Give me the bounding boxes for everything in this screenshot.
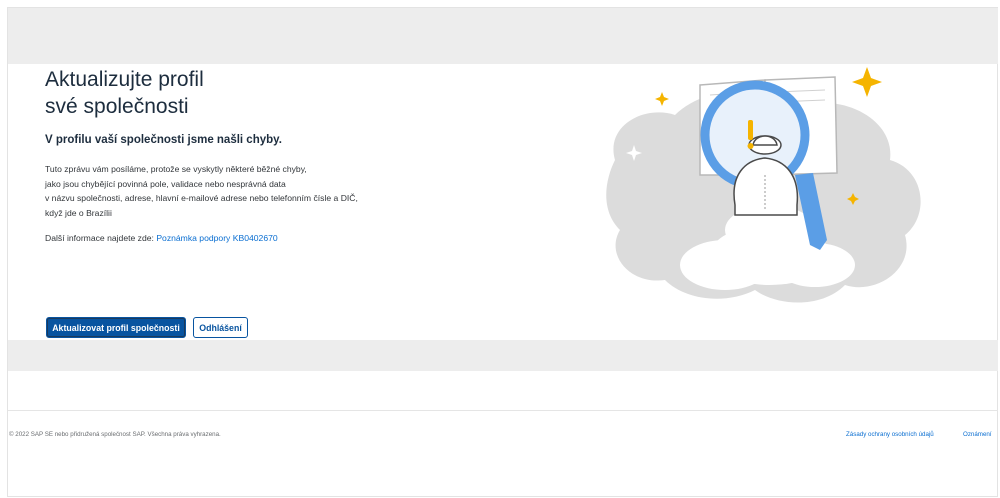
- content-footer-band: [8, 340, 998, 371]
- sparkle-star-icon: [852, 67, 882, 97]
- header-band: [8, 8, 998, 64]
- description-line: v názvu společnosti, adrese, hlavní e-ma…: [45, 193, 358, 204]
- sparkle-star-icon: [655, 92, 669, 106]
- page-title-line2: své společnosti: [45, 95, 189, 118]
- update-company-profile-button[interactable]: Aktualizovat profil společnosti: [46, 317, 186, 338]
- detective-book-illustration: [606, 67, 921, 303]
- more-info-prefix: Další informace najdete zde:: [45, 233, 154, 243]
- page-title: Aktualizujte profil své společnosti: [45, 66, 305, 120]
- logout-button[interactable]: Odhlášení: [193, 317, 248, 338]
- description-line: když jde o Brazílii: [45, 207, 112, 218]
- support-note-link[interactable]: Poznámka podpory KB0402670: [156, 233, 277, 243]
- description-line: jako jsou chybějící povinná pole, valida…: [45, 178, 286, 189]
- page-title-line1: Aktualizujte profil: [45, 68, 204, 91]
- description-line: Tuto zprávu vám posíláme, protože se vys…: [45, 164, 307, 174]
- footer-divider: [8, 410, 998, 411]
- exclamation-icon: [747, 120, 754, 149]
- privacy-policy-link[interactable]: Zásady ochrany osobních údajů: [846, 431, 934, 438]
- copyright-text: © 2022 SAP SE nebo přidružená společnost…: [9, 431, 221, 438]
- error-subtitle: V profilu vaší společnosti jsme našli ch…: [45, 134, 282, 146]
- error-description: Tuto zprávu vám posíláme, protože se vys…: [45, 162, 425, 220]
- notices-link[interactable]: Oznámení: [963, 431, 992, 438]
- more-info: Další informace najdete zde: Poznámka po…: [45, 233, 278, 243]
